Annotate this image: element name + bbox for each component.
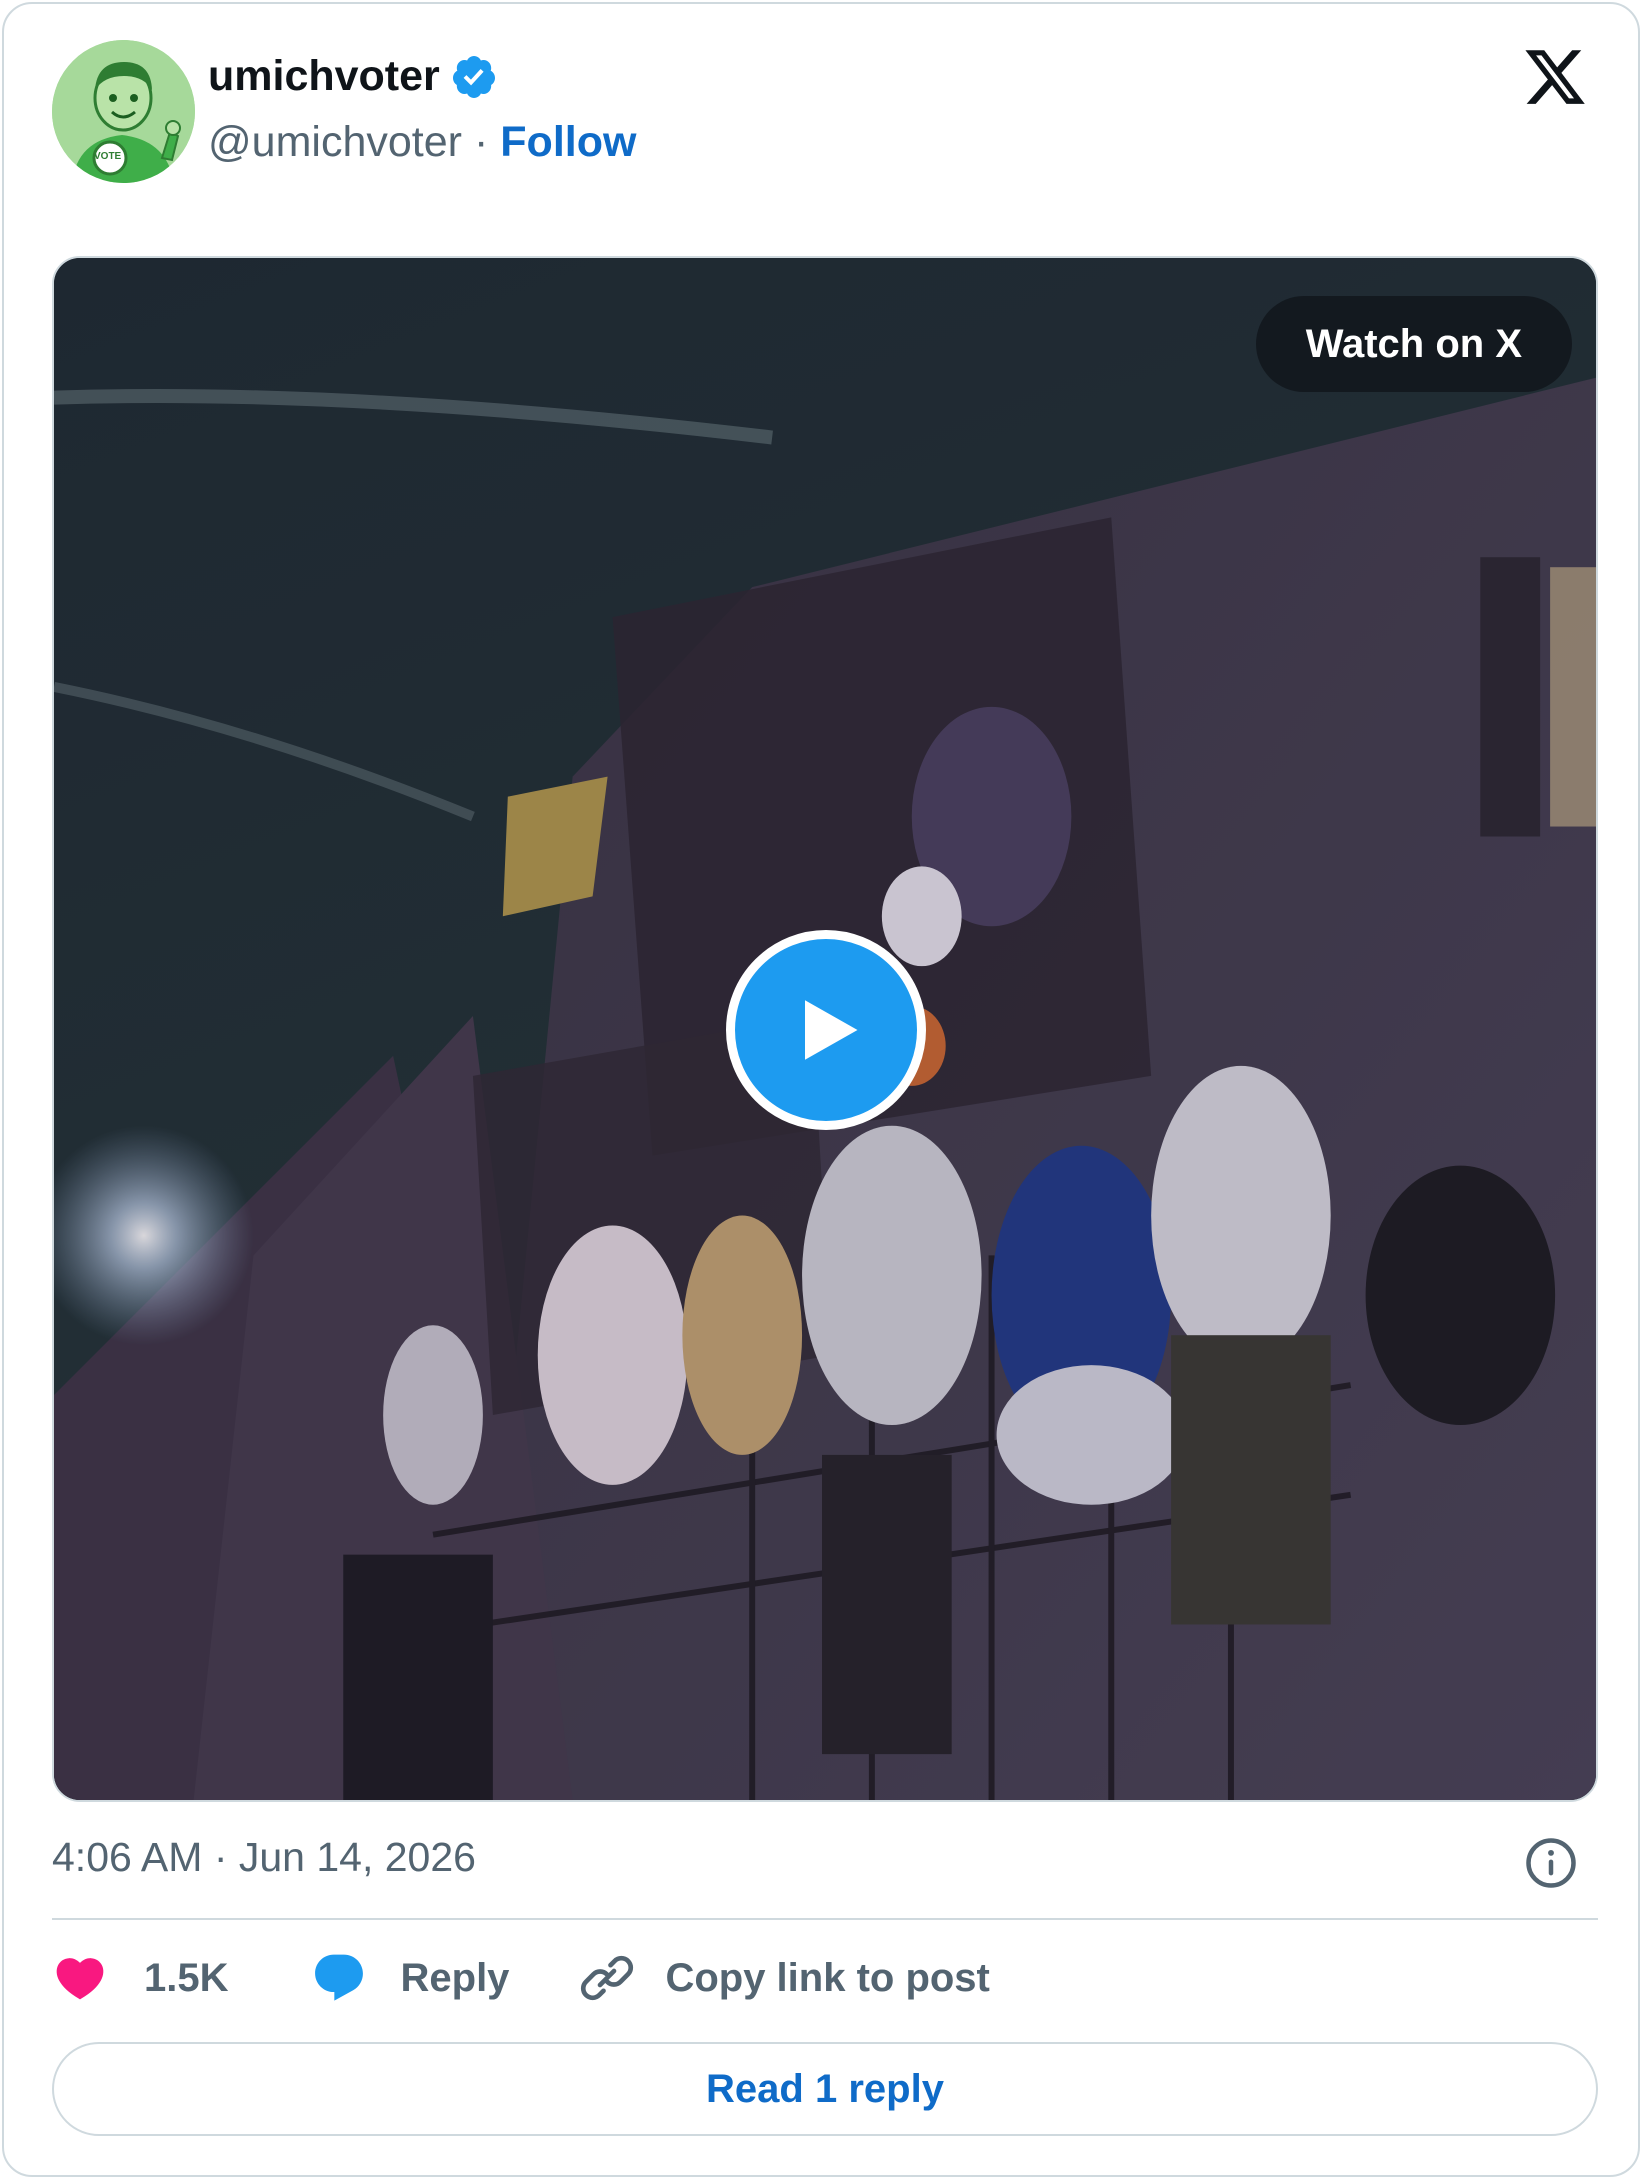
x-logo-icon[interactable] [1522, 44, 1588, 110]
author-handle-row: @umichvoter · Follow [208, 118, 636, 167]
verified-badge-icon [452, 55, 495, 98]
video-player[interactable]: Watch on X [52, 256, 1598, 1802]
author-avatar[interactable]: VOTE [52, 40, 195, 183]
read-replies-button[interactable]: Read 1 reply [52, 2042, 1598, 2136]
avatar-illustration [52, 40, 195, 183]
post-actions: 1.5K Reply Copy link to post [52, 1948, 990, 2008]
play-button[interactable] [726, 930, 926, 1130]
link-icon [581, 1955, 634, 2001]
embedded-post-card: VOTE umichvoter @umichvoter · Follow Wat… [2, 2, 1640, 2177]
avatar-badge-text: VOTE [94, 151, 122, 162]
author-name-row[interactable]: umichvoter [208, 52, 498, 101]
copy-link-button[interactable]: Copy link to post [579, 1950, 990, 2006]
follow-link[interactable]: Follow [500, 118, 636, 167]
reply-button[interactable]: Reply [311, 1950, 510, 2006]
watch-on-x-button[interactable]: Watch on X [1255, 296, 1572, 392]
like-count: 1.5K [144, 1955, 229, 2000]
like-button[interactable]: 1.5K [52, 1950, 229, 2006]
handle-separator: · [473, 118, 489, 166]
author-handle[interactable]: @umichvoter [208, 118, 462, 167]
info-icon[interactable] [1524, 1836, 1578, 1890]
heart-icon [56, 1958, 104, 2000]
play-icon [805, 1000, 858, 1060]
author-display-name[interactable]: umichvoter [208, 52, 440, 101]
speech-bubble-icon [314, 1954, 363, 2001]
reply-label: Reply [400, 1955, 510, 2000]
copy-link-label: Copy link to post [665, 1955, 990, 2000]
post-timestamp[interactable]: 4:06 AM · Jun 14, 2026 [52, 1834, 476, 1881]
divider [52, 1918, 1598, 1920]
